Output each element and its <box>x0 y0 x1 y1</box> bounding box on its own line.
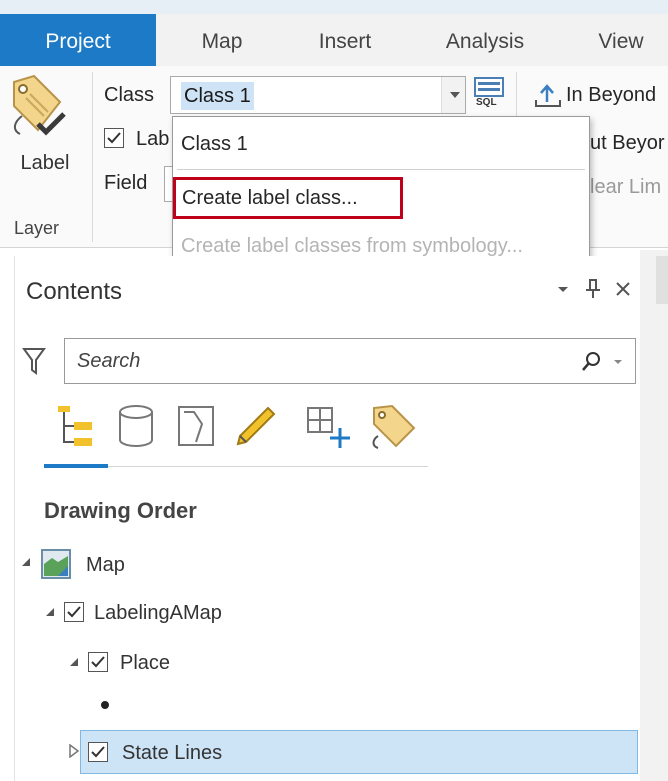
tree-item-place[interactable]: Place <box>120 652 170 675</box>
tab-analysis[interactable]: Analysis <box>420 14 550 66</box>
list-by-snapping-icon[interactable] <box>304 402 352 450</box>
menu-item-create-label-class[interactable]: Create label class... <box>173 177 403 219</box>
map-icon <box>41 549 71 579</box>
checkmark-icon <box>91 656 105 668</box>
label-tag-icon <box>13 74 66 136</box>
list-by-drawing-order-icon[interactable] <box>52 402 100 450</box>
search-field[interactable] <box>64 338 636 384</box>
field-label: Field <box>104 172 148 194</box>
active-view-indicator <box>44 464 108 468</box>
menu-divider <box>177 169 585 170</box>
expand-triangle-icon[interactable] <box>44 606 56 618</box>
section-heading: Drawing Order <box>44 498 197 523</box>
out-beyond-label[interactable]: ut Beyor <box>590 132 664 155</box>
collapsed-triangle-icon[interactable] <box>68 744 80 758</box>
sql-icon-text: SQL <box>476 97 497 108</box>
filter-button[interactable] <box>22 346 46 376</box>
title-strip <box>0 0 668 14</box>
class-dropdown-value: Class 1 <box>181 82 254 110</box>
map-view-edge <box>640 250 668 781</box>
in-beyond-label[interactable]: In Beyond <box>566 84 656 107</box>
pane-options-button[interactable] <box>556 282 570 296</box>
checkmark-icon <box>91 746 105 758</box>
group-label-layer: Layer <box>14 218 60 238</box>
list-by-selection-icon[interactable] <box>176 404 216 448</box>
menu-item-create-from-symbology: Create label classes from symbology... <box>181 235 523 257</box>
pane-title: Contents <box>26 278 123 305</box>
tab-project[interactable]: Project <box>0 14 156 66</box>
pane-left-border <box>14 256 15 781</box>
class-dropdown[interactable]: Class 1 <box>170 76 466 114</box>
filter-icon <box>22 348 46 375</box>
label-button-text: Label <box>20 152 70 174</box>
menu-item-class-1[interactable]: Class 1 <box>181 133 248 156</box>
clear-limits-label[interactable]: lear Lim <box>590 176 661 199</box>
tab-map[interactable]: Map <box>176 14 268 66</box>
point-symbol-icon <box>101 701 109 709</box>
search-input[interactable] <box>77 347 557 375</box>
placement-up-arrow-icon <box>535 84 561 107</box>
label-class-checkbox[interactable] <box>104 128 124 148</box>
pin-button[interactable] <box>584 278 602 300</box>
tab-insert[interactable]: Insert <box>290 14 400 66</box>
place-checkbox[interactable] <box>88 652 108 672</box>
class-label: Class <box>104 84 155 106</box>
state-lines-checkbox[interactable] <box>88 742 108 762</box>
tree-item-labelingamap[interactable]: LabelingAMap <box>94 602 222 625</box>
list-by-editing-icon[interactable] <box>234 404 278 448</box>
label-class-checkbox-text: Lab <box>136 128 170 150</box>
sql-query-button[interactable]: SQL <box>472 76 506 112</box>
tab-view[interactable]: View <box>574 14 668 66</box>
list-by-source-icon[interactable] <box>116 404 156 448</box>
chevron-down-icon[interactable] <box>441 77 465 113</box>
map-view-edge <box>656 256 668 304</box>
class-dropdown-menu: Class 1 Create label class... Create lab… <box>172 116 590 272</box>
list-by-labeling-icon[interactable] <box>370 402 418 450</box>
tree-item-state-lines[interactable]: State Lines <box>122 742 222 765</box>
checkmark-icon <box>67 606 81 618</box>
chevron-down-icon <box>558 287 568 292</box>
expand-triangle-icon[interactable] <box>20 556 32 568</box>
search-icon[interactable] <box>581 351 603 373</box>
tree-item-map[interactable]: Map <box>86 554 125 577</box>
menu-item-label: Create label class... <box>182 187 358 209</box>
label-in-beyond-button[interactable] <box>534 82 562 108</box>
close-icon <box>616 282 630 296</box>
chevron-down-icon[interactable] <box>613 357 623 367</box>
ribbon-separator <box>92 72 93 242</box>
label-button[interactable]: Label <box>0 66 90 216</box>
checkmark-icon <box>107 132 121 144</box>
close-pane-button[interactable] <box>614 280 632 298</box>
pin-icon <box>586 279 600 298</box>
labelingamap-checkbox[interactable] <box>64 602 84 622</box>
expand-triangle-icon[interactable] <box>68 656 80 668</box>
